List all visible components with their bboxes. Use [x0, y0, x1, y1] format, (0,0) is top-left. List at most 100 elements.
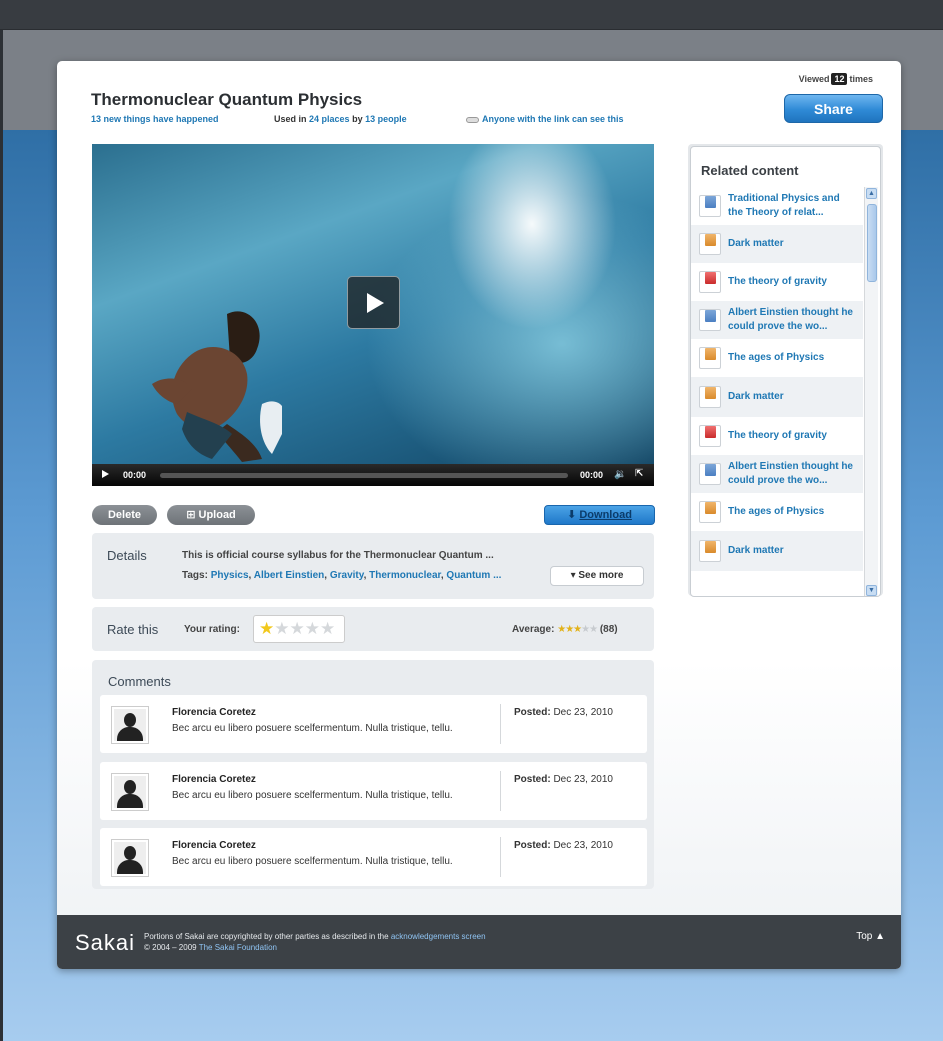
used-by-prefix: by: [352, 114, 363, 124]
related-item[interactable]: Dark matter: [691, 531, 863, 571]
back-to-top-link[interactable]: Top ▲: [856, 931, 885, 942]
viewed-suffix: times: [849, 74, 873, 84]
comment-item: Florencia Coretez Bec arcu eu libero pos…: [100, 828, 647, 886]
comment-date: Posted: Dec 23, 2010: [514, 840, 613, 851]
comment-author[interactable]: Florencia Coretez: [172, 840, 256, 851]
fullscreen-icon[interactable]: ⇱: [635, 468, 643, 479]
play-icon: [367, 293, 384, 313]
tag-link[interactable]: Quantum ...: [446, 570, 501, 581]
volume-icon[interactable]: 🔉: [614, 469, 626, 480]
video-player[interactable]: 00:00 00:00 🔉 ⇱: [92, 144, 654, 486]
related-item[interactable]: The theory of gravity: [691, 263, 863, 301]
arrow-up-icon: ▲: [875, 931, 885, 942]
star-icon[interactable]: ★: [290, 619, 305, 638]
related-item[interactable]: The theory of gravity: [691, 417, 863, 455]
related-item[interactable]: Dark matter: [691, 225, 863, 263]
new-things-link[interactable]: 13 new things have happened: [91, 114, 219, 124]
your-rating-label: Your rating:: [184, 624, 240, 635]
comments-label: Comments: [108, 674, 171, 689]
related-title: Related content: [701, 163, 799, 178]
presentation-icon: [699, 233, 721, 255]
related-item[interactable]: Albert Einstien thought he could prove t…: [691, 301, 863, 339]
upload-button[interactable]: ⊞ Upload: [167, 505, 255, 525]
video-controls: 00:00 00:00 🔉 ⇱: [92, 464, 654, 486]
play-button[interactable]: [347, 276, 400, 329]
download-button[interactable]: ⬇ Download: [544, 505, 655, 525]
related-item-label[interactable]: The ages of Physics: [728, 505, 856, 519]
footer-copyright-note: Portions of Sakai are copyrighted by oth…: [144, 932, 389, 941]
average-star-icon: ★: [565, 624, 574, 635]
average-star-icon: ★: [589, 624, 598, 635]
upload-label: Upload: [198, 509, 236, 521]
seek-bar[interactable]: [160, 473, 568, 478]
avatar[interactable]: [111, 839, 149, 877]
average-star-icon: ★: [557, 624, 566, 635]
top-bar: [0, 0, 943, 30]
related-item-label[interactable]: Dark matter: [728, 390, 856, 404]
scroll-up-icon[interactable]: ▲: [866, 188, 877, 199]
comment-item: Florencia Coretez Bec arcu eu libero pos…: [100, 762, 647, 820]
related-item-label[interactable]: Dark matter: [728, 237, 856, 251]
delete-button[interactable]: Delete: [92, 505, 157, 525]
scroll-down-icon[interactable]: ▼: [866, 585, 877, 596]
presentation-icon: [699, 347, 721, 369]
left-edge: [0, 30, 3, 1041]
details-panel: Details This is official course syllabus…: [92, 533, 654, 599]
related-item[interactable]: Traditional Physics and the Theory of re…: [691, 187, 863, 225]
related-content-box: Related content Traditional Physics and …: [690, 146, 881, 597]
divider: [500, 704, 501, 744]
rating-panel: Rate this Your rating: ★★★★★ Average: ★★…: [92, 607, 654, 651]
comment-author[interactable]: Florencia Coretez: [172, 774, 256, 785]
related-item-label[interactable]: Dark matter: [728, 544, 856, 558]
used-in-prefix: Used in: [274, 114, 307, 124]
viewed-count-badge: 12: [831, 73, 848, 85]
average-stars: ★★★★★: [557, 624, 598, 635]
copyright-years: © 2004 – 2009: [144, 943, 197, 952]
related-item-label[interactable]: Traditional Physics and the Theory of re…: [728, 192, 856, 220]
avatar[interactable]: [111, 706, 149, 744]
tag-link[interactable]: Physics: [211, 570, 249, 581]
related-item[interactable]: Albert Einstien thought he could prove t…: [691, 455, 863, 493]
people-link[interactable]: 13 people: [365, 114, 407, 124]
tags-row: Tags: Physics, Albert Einstien, Gravity,…: [182, 570, 502, 581]
related-item-label[interactable]: Albert Einstien thought he could prove t…: [728, 306, 856, 334]
related-item-label[interactable]: The ages of Physics: [728, 351, 856, 365]
star-icon[interactable]: ★: [320, 619, 335, 638]
related-item[interactable]: Dark matter: [691, 377, 863, 417]
star-icon[interactable]: ★: [305, 619, 320, 638]
avatar[interactable]: [111, 773, 149, 811]
view-count: Viewed 12 times: [799, 73, 873, 85]
chevron-down-icon: ▾: [570, 570, 576, 581]
average-rating: Average: ★★★★★ (88): [512, 624, 618, 635]
scrollbar[interactable]: ▲ ▼: [864, 187, 878, 596]
average-label: Average:: [512, 624, 555, 635]
comment-author[interactable]: Florencia Coretez: [172, 707, 256, 718]
tag-link[interactable]: Gravity: [330, 570, 364, 581]
star-icon[interactable]: ★: [259, 619, 274, 638]
rating-input[interactable]: ★★★★★: [253, 615, 345, 643]
see-more-label: See more: [578, 570, 624, 581]
foundation-link[interactable]: The Sakai Foundation: [199, 943, 277, 952]
divider: [500, 837, 501, 877]
control-play-icon[interactable]: [102, 470, 109, 478]
acknowledgements-link[interactable]: acknowledgements screen: [391, 932, 486, 941]
star-icon[interactable]: ★: [274, 619, 289, 638]
comment-text: Bec arcu eu libero posuere scelfermentum…: [172, 790, 453, 801]
related-item-label[interactable]: The theory of gravity: [728, 275, 856, 289]
tag-link[interactable]: Albert Einstien: [254, 570, 325, 581]
comment-date: Posted: Dec 23, 2010: [514, 707, 613, 718]
related-item-label[interactable]: The theory of gravity: [728, 429, 856, 443]
places-link[interactable]: 24 places: [309, 114, 350, 124]
related-item[interactable]: The ages of Physics: [691, 339, 863, 377]
current-time: 00:00: [123, 470, 147, 480]
related-item[interactable]: The ages of Physics: [691, 493, 863, 531]
tag-link[interactable]: Thermonuclear: [369, 570, 441, 581]
doc-icon: [699, 463, 721, 485]
comments-panel: Comments Florencia Coretez Bec arcu eu l…: [92, 660, 654, 889]
average-star-icon: ★: [581, 624, 590, 635]
related-item-label[interactable]: Albert Einstien thought he could prove t…: [728, 460, 856, 488]
share-button[interactable]: Share: [784, 94, 883, 123]
scroll-thumb[interactable]: [867, 204, 877, 282]
visibility-link[interactable]: Anyone with the link can see this: [466, 114, 624, 124]
see-more-button[interactable]: ▾ See more: [550, 566, 644, 586]
